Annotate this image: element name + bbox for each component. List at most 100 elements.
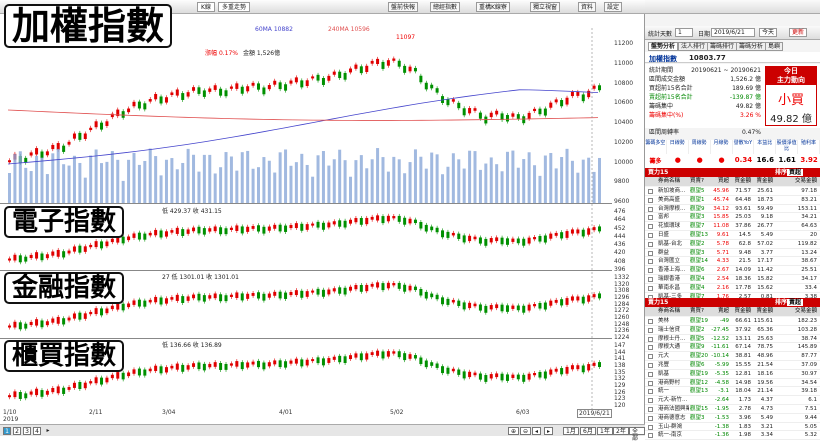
buy-table-row[interactable]: 新加坡商... 觀望5 45.96 71.57 25.61 97.18 — [645, 187, 820, 196]
range-6m-button[interactable]: 6月 — [580, 427, 596, 435]
page-3-button[interactable]: 3 — [23, 427, 31, 435]
buy-table-row[interactable]: 台灣摩根... 觀望9 34.12 93.61 59.49 153.11 — [645, 204, 820, 214]
buy-table-row[interactable]: 群益 觀望3 5.71 9.48 3.77 13.24 — [645, 248, 820, 258]
candle — [192, 87, 196, 91]
buy-table-row[interactable]: 凱基-台北 觀望2 5.78 62.8 57.02 119.82 — [645, 239, 820, 249]
row-checkbox[interactable] — [648, 327, 653, 333]
row-checkbox[interactable] — [648, 268, 653, 274]
next-arrow-icon[interactable]: ▸ — [44, 427, 52, 435]
refresh-button[interactable]: 更新 — [789, 28, 808, 37]
subtab-institution-rank[interactable]: 法人排行 — [678, 42, 709, 51]
sell-table-row[interactable]: 摩根士丹... 觀望5 -12.52 13.11 25.63 38.74 — [645, 334, 820, 344]
tab-multi-trend[interactable]: 多重走勢 — [218, 2, 251, 12]
row-checkbox[interactable] — [648, 363, 653, 368]
rebuild-kline-button[interactable]: 重構K線寮 — [476, 2, 510, 12]
date-select[interactable]: 2019/6/21 — [711, 28, 755, 37]
zoom-in-icon[interactable]: ⊕ — [508, 427, 520, 435]
row-checkbox[interactable] — [648, 206, 653, 212]
subtab-island[interactable]: 島嶼 — [765, 42, 784, 51]
buy-sort-select[interactable]: 買超 — [787, 169, 804, 176]
y-tick: 10000 — [614, 158, 634, 166]
scroll-right-icon[interactable]: ▸ — [544, 427, 554, 435]
row-checkbox[interactable] — [648, 241, 653, 247]
candle — [121, 111, 125, 118]
row-checkbox[interactable] — [648, 415, 653, 421]
row-checkbox[interactable] — [648, 319, 653, 324]
candle — [284, 225, 288, 232]
row-checkbox[interactable] — [648, 424, 653, 430]
zoom-out-icon[interactable]: ⊖ — [520, 427, 532, 435]
row-checkbox[interactable] — [648, 189, 653, 194]
sell-table-row[interactable]: 港商野村 觀望12 -4.58 14.98 19.56 34.54 — [645, 378, 820, 388]
sell-table-row[interactable]: 美林 觀望19 -49 66.61 115.61 182.23 — [645, 317, 820, 326]
range-1m-button[interactable]: 1月 — [563, 427, 579, 435]
buy-table-row[interactable]: 花旗環球 觀望7 11.08 37.86 26.77 64.63 — [645, 222, 820, 231]
row-checkbox[interactable] — [648, 233, 653, 238]
tab-kline[interactable]: K線 — [197, 2, 215, 12]
sell-table-row[interactable]: 港商法國興業 觀望15 -1.95 2.78 4.73 7.51 — [645, 405, 820, 414]
candle — [262, 293, 266, 301]
buy-table-row[interactable]: 富邦 觀望3 15.85 25.03 9.18 34.21 — [645, 213, 820, 223]
row-checkbox[interactable] — [648, 407, 653, 412]
premarket-button[interactable]: 盤前快報 — [388, 2, 419, 12]
candle — [570, 91, 574, 97]
buy-table-row[interactable]: 美商高盛 觀望1 45.74 64.48 18.73 83.21 — [645, 195, 820, 205]
macro-index-button[interactable]: 總經指數 — [430, 2, 461, 12]
scroll-left-icon[interactable]: ◂ — [532, 427, 542, 435]
buy-table-row[interactable]: 華南永昌 觀望4 2.16 17.78 15.62 33.4 — [645, 283, 820, 293]
sell-table-row[interactable]: 元大-新竹... -2.64 1.73 4.37 6.1 — [645, 396, 820, 405]
buy-table-row[interactable]: 台灣匯立 觀望14 4.33 21.5 17.17 38.67 — [645, 257, 820, 267]
row-checkbox[interactable] — [648, 250, 653, 256]
row-checkbox[interactable] — [648, 398, 653, 404]
sell-table-row[interactable]: 玉山-群鴻 -1.38 1.83 3.21 5.05 — [645, 422, 820, 432]
volume-bar — [116, 159, 120, 203]
candle — [462, 302, 466, 310]
row-checkbox[interactable] — [648, 259, 653, 265]
period-select[interactable]: 1 — [675, 28, 693, 37]
row-checkbox[interactable] — [648, 380, 653, 386]
candle — [110, 374, 114, 379]
page-4-button[interactable]: 4 — [33, 427, 41, 435]
sell-table-row[interactable]: 統一 觀望13 -3.1 18.04 21.14 39.18 — [645, 387, 820, 397]
sell-table-row[interactable]: 摩根大通 觀望9 -11.61 67.14 78.75 145.89 — [645, 343, 820, 353]
candle — [435, 294, 439, 300]
volume-bar — [354, 160, 358, 203]
sell-table-row[interactable]: 元大 觀望20 -10.14 38.81 48.96 87.77 — [645, 352, 820, 361]
sell-table-row[interactable]: 瑞士信貸 觀望2 -27.45 37.92 65.36 103.28 — [645, 325, 820, 335]
candle — [581, 296, 585, 304]
independent-window-button[interactable]: 獨立視窗 — [530, 2, 561, 12]
row-checkbox[interactable] — [648, 197, 653, 203]
buy-table-row[interactable]: 日盛 觀望13 9.61 14.5 5.49 20 — [645, 231, 820, 240]
row-checkbox[interactable] — [648, 336, 653, 342]
range-all-button[interactable]: 全部 — [629, 427, 645, 442]
sell-table-row[interactable]: 凱基 觀望19 -5.35 12.81 18.16 30.97 — [645, 369, 820, 379]
subtab-chip-analysis[interactable]: 籌碼分析 — [736, 42, 767, 51]
chart-area: K線 多重走勢 盤前快報 總經指數 重構K線寮 獨立視窗 資料 設定 60MA … — [0, 0, 645, 442]
subtab-chip-rank[interactable]: 籌碼排行 — [707, 42, 738, 51]
row-checkbox[interactable] — [648, 345, 653, 351]
data-button[interactable]: 資料 — [578, 2, 597, 12]
sell-sort-select[interactable]: 賣超 — [787, 299, 804, 306]
sell-table-row[interactable]: 港商德意志 觀望3 -1.53 3.96 5.49 9.44 — [645, 413, 820, 423]
subtab-market-analysis[interactable]: 盤勢分析 — [648, 42, 679, 51]
settings-button[interactable]: 設定 — [604, 2, 623, 12]
candle — [413, 219, 417, 224]
row-checkbox[interactable] — [648, 285, 653, 291]
buy-table-row[interactable]: 香港上海... 觀望6 2.67 14.09 11.42 25.51 — [645, 266, 820, 275]
y-tick: 11000 — [614, 59, 634, 67]
candle — [137, 101, 141, 109]
row-checkbox[interactable] — [648, 215, 653, 221]
volume-bar — [78, 162, 82, 203]
sell-table-row[interactable]: 兆豐 觀望6 -5.99 15.55 21.54 37.09 — [645, 361, 820, 370]
today-button[interactable]: 今天 — [759, 28, 778, 37]
row-checkbox[interactable] — [648, 224, 653, 230]
row-checkbox[interactable] — [648, 371, 653, 377]
range-2y-button[interactable]: 2年 — [613, 427, 629, 435]
row-checkbox[interactable] — [648, 389, 653, 395]
row-checkbox[interactable] — [648, 277, 653, 282]
range-1y-button[interactable]: 1年 — [597, 427, 613, 435]
page-2-button[interactable]: 2 — [13, 427, 21, 435]
page-1-button[interactable]: 1 — [3, 427, 11, 435]
row-checkbox[interactable] — [648, 354, 653, 360]
buy-table-row[interactable]: 瑞銀香港 觀望4 2.54 18.36 15.82 34.17 — [645, 275, 820, 284]
